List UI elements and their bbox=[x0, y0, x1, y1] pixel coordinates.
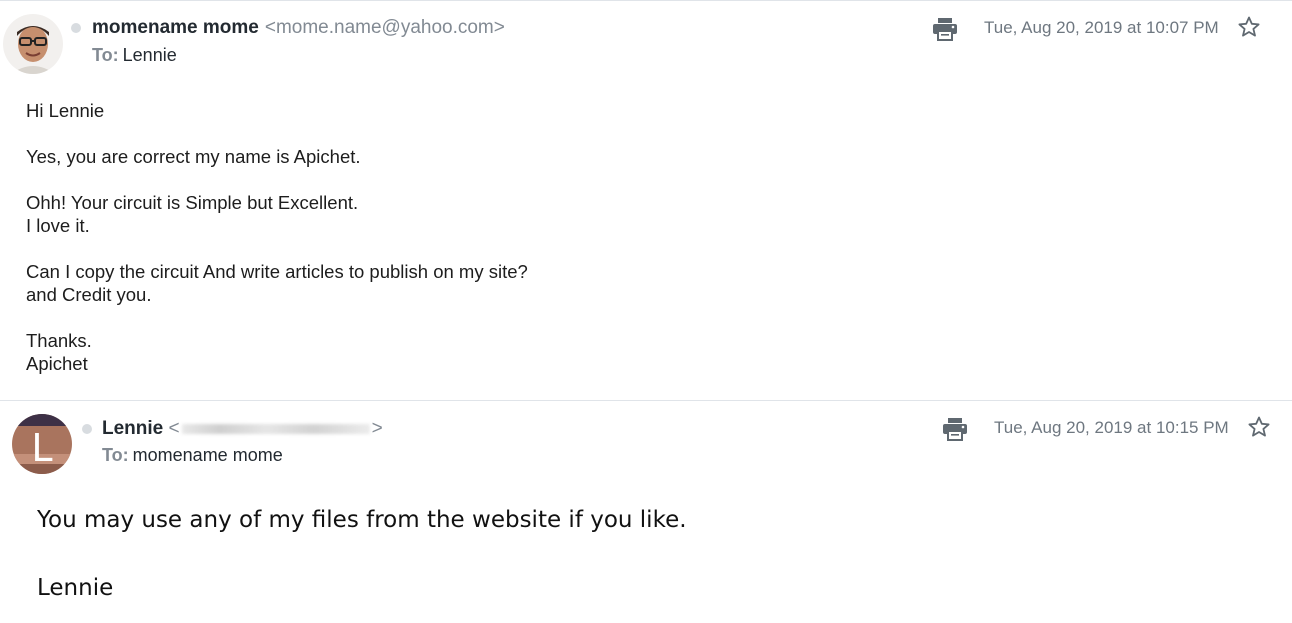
body-paragraph: Can I copy the circuit And write article… bbox=[26, 260, 528, 306]
message-timestamp: Tue, Aug 20, 2019 at 10:07 PM bbox=[984, 18, 1219, 37]
body-line: Can I copy the circuit And write article… bbox=[26, 261, 528, 282]
recipient-name[interactable]: momename mome bbox=[133, 445, 283, 465]
email-message-2: L Lennie < > To: momename mome Tue, Aug 20… bbox=[0, 400, 1292, 623]
recipient-line: To: Lennie bbox=[92, 45, 177, 66]
recipient-line: To: momename mome bbox=[102, 445, 283, 466]
print-icon[interactable] bbox=[942, 417, 968, 441]
body-paragraph: Yes, you are correct my name is Apichet. bbox=[26, 145, 528, 168]
body-signature: Lennie bbox=[37, 575, 114, 601]
to-label: To: bbox=[102, 445, 129, 465]
status-dot-icon bbox=[71, 23, 81, 33]
body-paragraph: Ohh! Your circuit is Simple but Excellen… bbox=[26, 191, 528, 237]
letter-avatar-icon: L bbox=[12, 414, 72, 474]
star-outline-icon[interactable] bbox=[1247, 415, 1271, 439]
body-paragraph: Thanks. Apichet bbox=[26, 329, 528, 375]
body-line: Yes, you are correct my name is Apichet. bbox=[26, 146, 361, 167]
body-line: Apichet bbox=[26, 353, 88, 374]
to-label: To: bbox=[92, 45, 119, 65]
email-thread: momename mome <mome.name@yahoo.com> To: Le… bbox=[0, 0, 1292, 623]
body-paragraph: Hi Lennie bbox=[26, 99, 528, 122]
redacted-email bbox=[181, 423, 370, 434]
sender-avatar[interactable]: L bbox=[12, 414, 72, 474]
sender-email[interactable]: <mome.name@yahoo.com> bbox=[265, 17, 505, 38]
body-line: Hi Lennie bbox=[26, 100, 105, 121]
body-line: Ohh! Your circuit is Simple but Excellen… bbox=[26, 192, 359, 213]
print-icon[interactable] bbox=[932, 17, 958, 41]
sender-name[interactable]: Lennie bbox=[102, 418, 163, 439]
star-outline-icon[interactable] bbox=[1237, 15, 1261, 39]
body-line: Thanks. bbox=[26, 330, 92, 351]
message-timestamp: Tue, Aug 20, 2019 at 10:15 PM bbox=[994, 418, 1229, 437]
person-photo-icon bbox=[3, 14, 63, 74]
body-paragraph: You may use any of my files from the web… bbox=[37, 507, 687, 533]
body-line: and Credit you. bbox=[26, 284, 152, 305]
message-body: You may use any of my files from the web… bbox=[37, 503, 687, 623]
message-body: Hi Lennie Yes, you are correct my name i… bbox=[26, 99, 528, 398]
sender-line: Lennie < > bbox=[102, 418, 383, 440]
sender-line: momename mome <mome.name@yahoo.com> bbox=[92, 17, 505, 39]
sender-email-open: < bbox=[168, 418, 180, 439]
sender-name[interactable]: momename mome bbox=[92, 17, 259, 38]
recipient-name[interactable]: Lennie bbox=[123, 45, 177, 65]
sender-email-close: > bbox=[371, 418, 383, 439]
avatar-letter: L bbox=[31, 426, 52, 470]
sender-avatar[interactable] bbox=[3, 14, 63, 74]
email-message-1: momename mome <mome.name@yahoo.com> To: Le… bbox=[0, 1, 1292, 400]
status-dot-icon bbox=[82, 424, 92, 434]
body-line: I love it. bbox=[26, 215, 90, 236]
